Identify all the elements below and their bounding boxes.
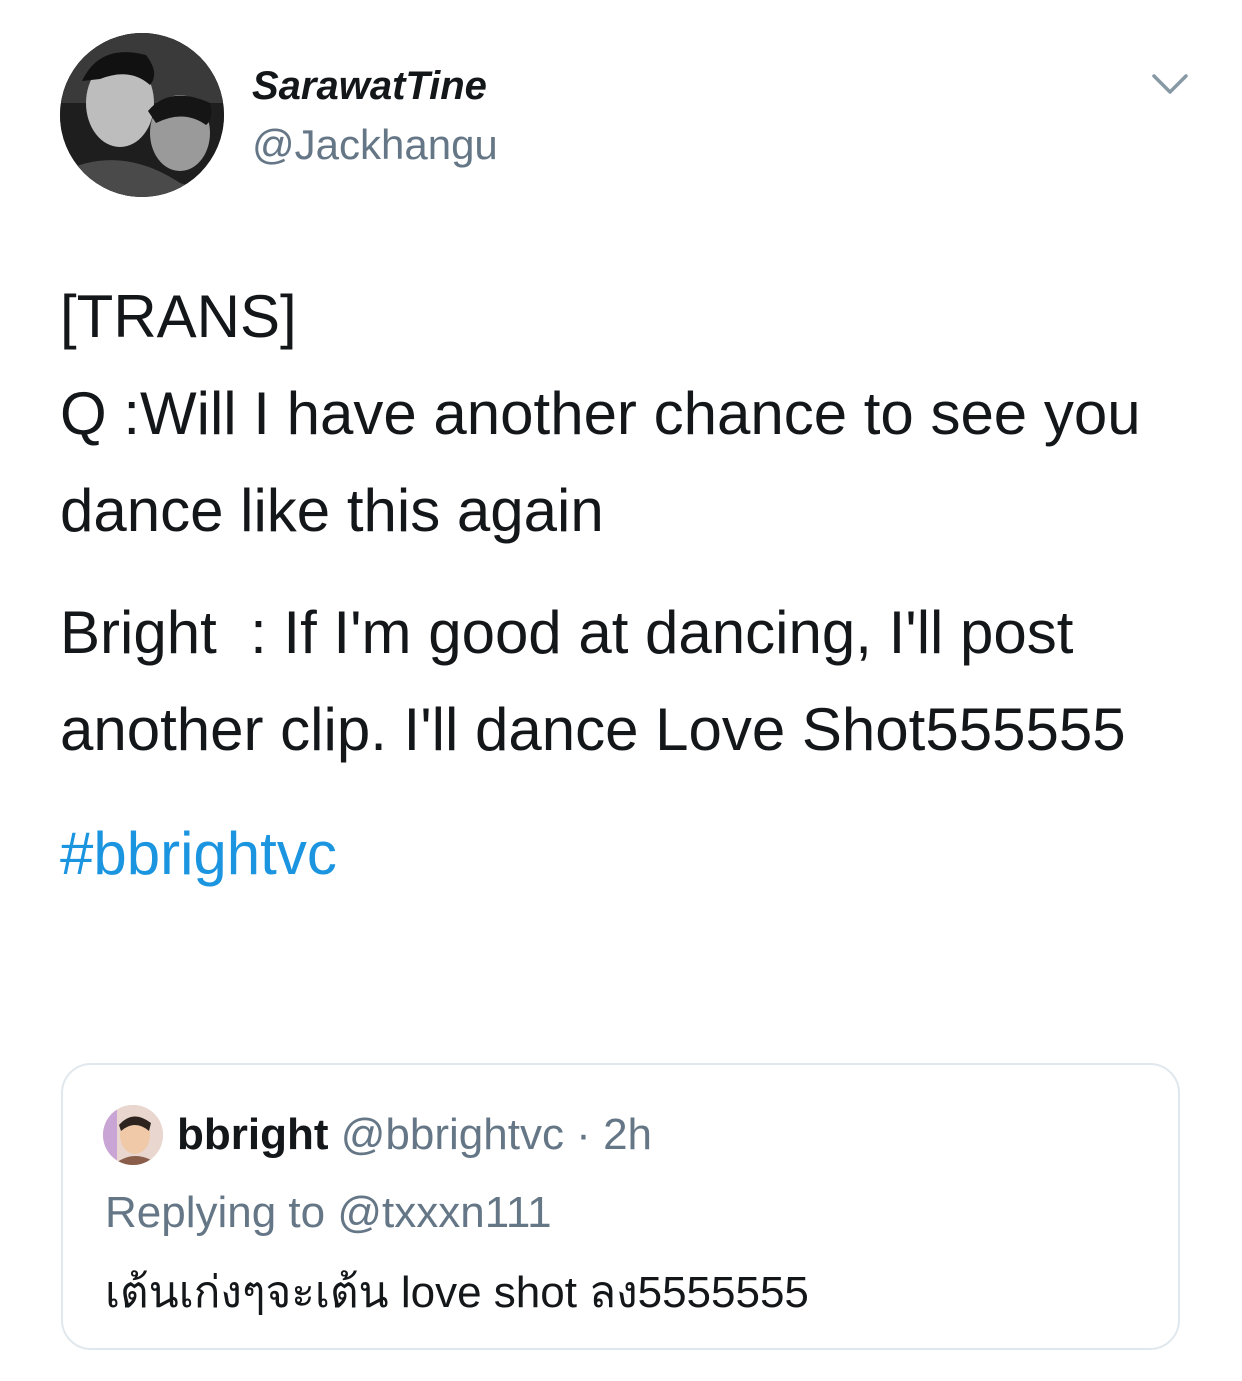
tweet-line-trans: [TRANS] xyxy=(60,283,297,350)
quoted-author-avatar[interactable] xyxy=(103,1105,163,1165)
quoted-tweet-text: เต้นเก่งๆจะเต้น love shot ลง5555555 xyxy=(105,1268,809,1317)
meta-separator: · xyxy=(563,1110,604,1159)
quoted-author-handle[interactable]: @bbrightvc xyxy=(341,1110,564,1159)
tweet-line-question: Q :Will I have another chance to see you… xyxy=(60,380,1158,544)
replying-to-label: Replying to xyxy=(105,1188,338,1237)
quoted-tweet-card[interactable]: bbright @bbrightvc · 2h Replying to @txx… xyxy=(61,1063,1180,1350)
hashtag-link[interactable]: #bbrightvc xyxy=(60,820,337,887)
replying-to-mention[interactable]: @txxxn111 xyxy=(337,1188,551,1237)
tweet-line-answer: Bright : If I'm good at dancing, I'll po… xyxy=(60,599,1126,763)
replying-to: Replying to @txxxn111 xyxy=(105,1185,552,1241)
author-display-name[interactable]: SarawatTine xyxy=(252,62,487,110)
chevron-down-icon[interactable] xyxy=(1148,62,1192,106)
author-avatar[interactable] xyxy=(60,33,224,197)
quoted-tweet-header: bbright @bbrightvc · 2h xyxy=(177,1107,652,1163)
author-handle[interactable]: @Jackhangu xyxy=(252,120,498,170)
avatar-photo xyxy=(103,1105,163,1165)
tweet-text: [TRANS] Q :Will I have another chance to… xyxy=(60,268,1190,902)
avatar-photo xyxy=(60,33,224,197)
quoted-tweet-time: 2h xyxy=(603,1110,653,1159)
quoted-author-name[interactable]: bbright xyxy=(177,1110,329,1159)
